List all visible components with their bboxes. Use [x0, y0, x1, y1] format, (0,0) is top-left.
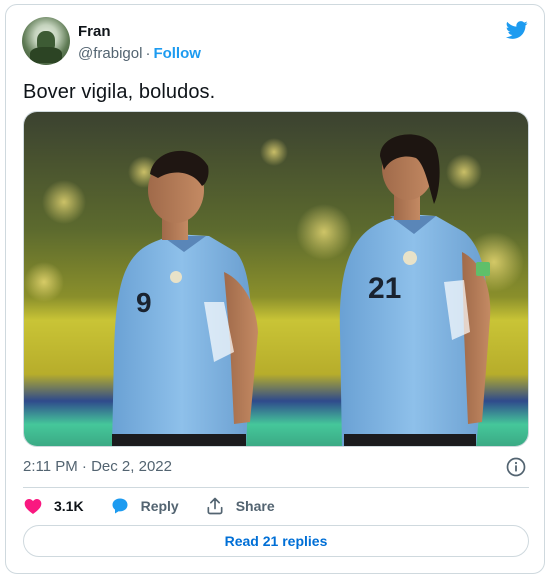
follow-button[interactable]: Follow	[153, 45, 201, 62]
jersey-number-left: 9	[136, 287, 152, 318]
divider	[23, 487, 529, 488]
handle-row: @frabigol · Follow	[78, 45, 201, 62]
jersey-number-right: 21	[368, 272, 401, 305]
share-label: Share	[235, 498, 275, 514]
author-handle[interactable]: @frabigol	[78, 45, 142, 62]
tweet-card: Fran @frabigol · Follow Bover vigila, bolu…	[5, 4, 545, 574]
like-button[interactable]: 3.1K	[23, 496, 84, 516]
twitter-bird-icon[interactable]	[504, 19, 530, 41]
right-badge	[403, 251, 417, 265]
like-count: 3.1K	[54, 498, 84, 514]
tweet-photo[interactable]: 9 21	[23, 111, 529, 447]
info-icon[interactable]	[506, 457, 526, 477]
author-name[interactable]: Fran	[78, 23, 111, 40]
read-replies-button[interactable]: Read 21 replies	[23, 525, 529, 557]
tweet-timestamp[interactable]: 2:11 PM · Dec 2, 2022	[23, 458, 172, 475]
heart-icon	[24, 499, 42, 514]
separator-dot: ·	[145, 45, 151, 62]
reply-bubble-icon	[112, 498, 128, 514]
left-badge	[170, 271, 182, 283]
right-sleeve-patch	[476, 262, 490, 276]
players-photo: 9 21	[24, 112, 528, 446]
share-button[interactable]: Share	[205, 496, 275, 516]
tweet-actions: 3.1K Reply Share	[23, 494, 301, 518]
tweet-text: Bover vigila, boludos.	[23, 81, 216, 103]
reply-button[interactable]: Reply	[110, 496, 179, 516]
reply-label: Reply	[140, 498, 179, 514]
share-icon	[207, 497, 223, 515]
avatar[interactable]	[22, 17, 70, 65]
